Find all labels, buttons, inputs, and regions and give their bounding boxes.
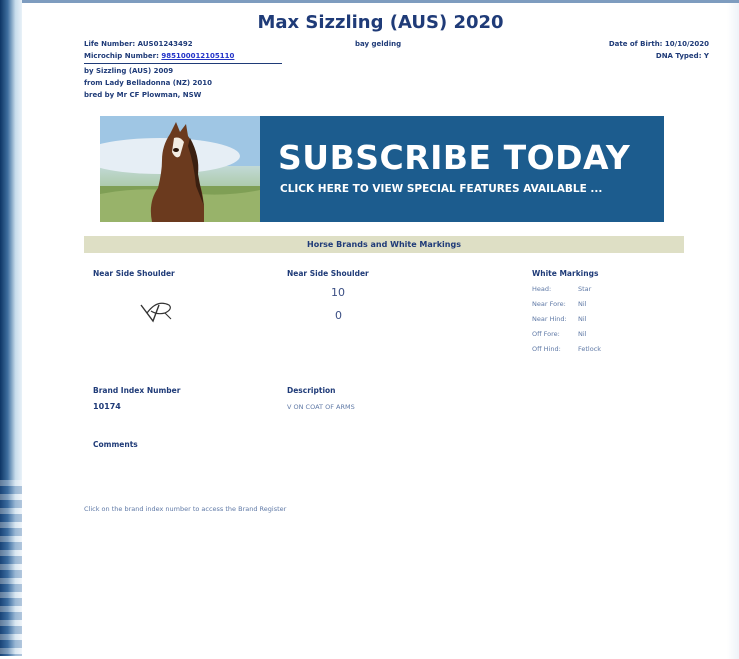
near-side-shoulder-heading-1: Near Side Shoulder: [93, 269, 175, 278]
near-side-shoulder-heading-2: Near Side Shoulder: [287, 269, 369, 278]
dna-typed: DNA Typed: Y: [655, 52, 709, 60]
brand-symbol-icon: [139, 297, 175, 329]
marking-row: Near Fore: Nil: [532, 300, 586, 308]
page-title: Max Sizzling (AUS) 2020: [257, 12, 504, 33]
date-of-birth: Date of Birth: 10/10/2020: [608, 40, 709, 48]
brand-number-top: 10: [331, 286, 345, 299]
marking-label: Head:: [532, 285, 552, 293]
brand-index-heading: Brand Index Number: [93, 386, 181, 395]
marking-row: Off Hind: Fetlock: [532, 345, 601, 353]
marking-label: Off Hind:: [532, 345, 561, 353]
white-markings-heading: White Markings: [532, 269, 599, 278]
breeder-line: bred by Mr CF Plowman, NSW: [84, 91, 202, 99]
brand-index-link[interactable]: 10174: [93, 402, 121, 411]
life-number: Life Number: AUS01243492: [84, 40, 193, 48]
description-heading: Description: [287, 386, 336, 395]
banner-headline: SUBSCRIBE TODAY: [278, 138, 631, 177]
microchip-link[interactable]: 985100012105110: [161, 52, 234, 60]
marking-row: Head: Star: [532, 285, 591, 293]
section-title: Horse Brands and White Markings: [84, 236, 684, 253]
background-pattern: [0, 480, 22, 656]
header-divider: [84, 63, 282, 64]
marking-value: Star: [578, 285, 592, 293]
microchip-row: Microchip Number: 985100012105110: [84, 52, 234, 60]
dam-line: from Lady Belladonna (NZ) 2010: [84, 79, 213, 87]
description-value: V ON COAT OF ARMS: [287, 403, 355, 411]
marking-value: Nil: [578, 315, 587, 323]
sex-colour: bay gelding: [355, 40, 402, 48]
marking-label: Near Fore:: [532, 300, 566, 308]
marking-row: Off Fore: Nil: [532, 330, 586, 338]
page-edge: [727, 3, 739, 659]
horse-record-page: Max Sizzling (AUS) 2020 Life Number: AUS…: [22, 0, 739, 659]
banner-subline: CLICK HERE TO VIEW SPECIAL FEATURES AVAI…: [280, 183, 603, 195]
subscribe-banner[interactable]: SUBSCRIBE TODAY CLICK HERE TO VIEW SPECI…: [100, 116, 664, 222]
brand-register-note: Click on the brand index number to acces…: [84, 505, 287, 513]
marking-label: Near Hind:: [532, 315, 567, 323]
marking-value: Nil: [578, 300, 587, 308]
microchip-label: Microchip Number:: [84, 52, 159, 60]
marking-value: Nil: [578, 330, 587, 338]
marking-row: Near Hind: Nil: [532, 315, 586, 323]
horse-photo: [100, 116, 260, 222]
sire-line: by Sizzling (AUS) 2009: [84, 67, 174, 75]
marking-label: Off Fore:: [532, 330, 560, 338]
brand-number-bottom: 0: [335, 309, 342, 322]
left-background-strip: [0, 0, 22, 656]
marking-value: Fetlock: [578, 345, 602, 353]
comments-heading: Comments: [93, 440, 138, 449]
